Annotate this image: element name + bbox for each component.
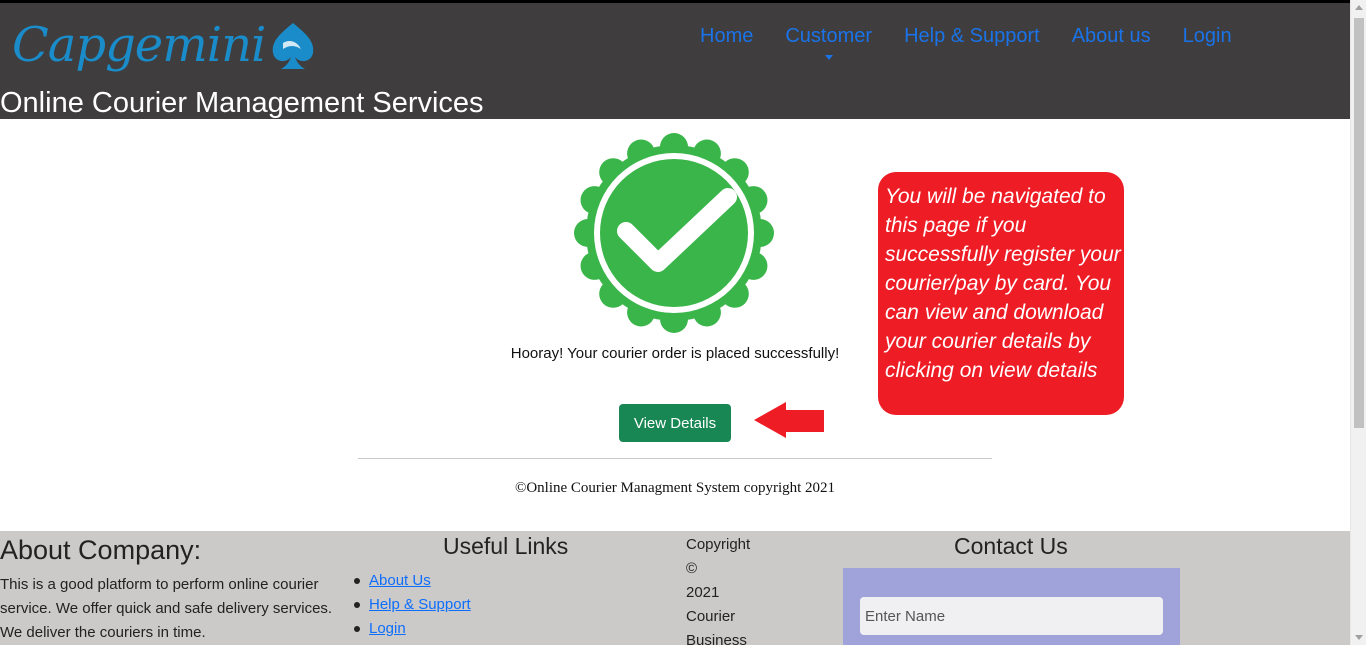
footer-copyright: Copyright © 2021 Courier Business [686, 533, 766, 645]
list-item: About Us [354, 569, 471, 593]
nav-customer-label: Customer [785, 25, 873, 47]
copyright-text: ©Online Courier Managment System copyrig… [514, 480, 836, 496]
name-input[interactable] [860, 597, 1163, 635]
nav-home[interactable]: Home [700, 25, 753, 48]
copyright-word: Copyright [686, 536, 751, 553]
footer-link-login[interactable]: Login [369, 620, 406, 637]
capgemini-logo[interactable]: Capgemini [12, 11, 317, 79]
view-details-button[interactable]: View Details [619, 404, 731, 442]
arrow-left-icon [754, 402, 824, 438]
about-company-title: About Company: [0, 535, 202, 565]
scroll-thumb[interactable] [1354, 18, 1364, 428]
contact-form [843, 568, 1180, 645]
contact-us-title: Contact Us [954, 533, 1068, 559]
scroll-down-icon[interactable] [1355, 635, 1363, 640]
site-footer: About Company: This is a good platform t… [0, 531, 1350, 645]
annotation-callout: You will be navigated to this page if yo… [878, 172, 1124, 415]
scroll-up-icon[interactable] [1355, 5, 1363, 10]
page-scrollbar[interactable] [1350, 0, 1366, 645]
site-title: Online Courier Management Services [0, 87, 484, 119]
success-message: Hooray! Your courier order is placed suc… [510, 345, 840, 362]
copyright-word: Courier [686, 608, 736, 625]
useful-links-list: About Us Help & Support Login [354, 569, 471, 641]
site-header: Capgemini Home Customer Help & Support A… [0, 0, 1350, 119]
footer-link-about-us[interactable]: About Us [369, 572, 431, 589]
list-item: Login [354, 617, 471, 641]
main-nav: Home Customer Help & Support About us Lo… [700, 25, 1264, 60]
logo-text: Capgemini [12, 17, 266, 73]
nav-about-us[interactable]: About us [1072, 25, 1151, 48]
about-company-text: This is a good platform to perform onlin… [0, 576, 333, 641]
list-item: Help & Support [354, 593, 471, 617]
copyright-word: 2021 [686, 584, 720, 601]
nav-help-support[interactable]: Help & Support [904, 25, 1040, 48]
spade-icon [273, 23, 314, 69]
nav-login[interactable]: Login [1183, 25, 1232, 48]
useful-links-title: Useful Links [443, 533, 569, 559]
copyright-word: Business [686, 632, 747, 645]
check-badge-icon [574, 133, 774, 333]
nav-customer-dropdown[interactable]: Customer [785, 25, 873, 60]
caret-down-icon [824, 55, 833, 60]
copyright-word: © [686, 560, 698, 577]
footer-link-help-support[interactable]: Help & Support [369, 596, 471, 613]
divider [358, 458, 992, 459]
